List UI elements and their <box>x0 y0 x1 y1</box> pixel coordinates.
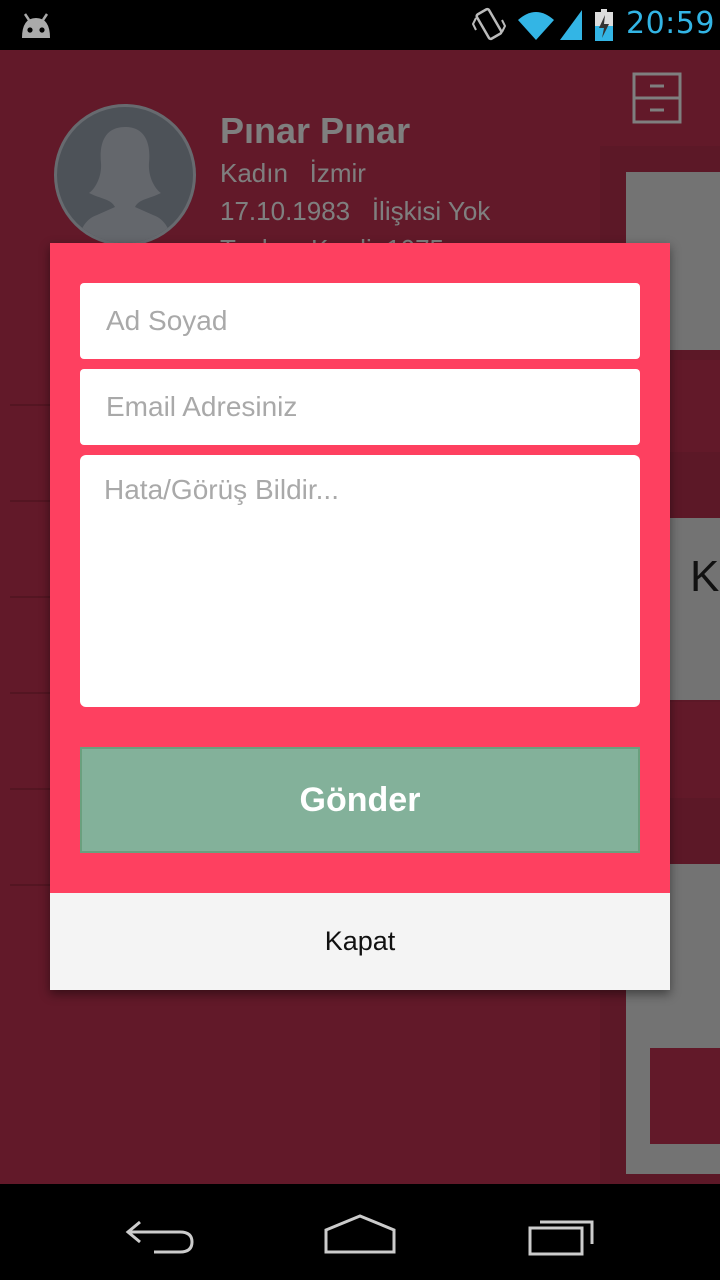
clock: 20:59 <box>626 6 715 41</box>
home-icon[interactable] <box>322 1212 398 1256</box>
name-input[interactable]: Ad Soyad <box>80 283 640 359</box>
back-icon[interactable] <box>124 1214 196 1254</box>
send-button[interactable]: Gönder <box>80 747 640 853</box>
signal-icon <box>560 10 582 40</box>
navigation-bar <box>0 1184 720 1280</box>
email-input[interactable]: Email Adresiniz <box>80 369 640 445</box>
recent-apps-icon[interactable] <box>526 1210 598 1258</box>
android-icon <box>22 13 50 38</box>
feedback-dialog: Ad Soyad Email Adresiniz Hata/Görüş Bild… <box>50 243 670 990</box>
vibrate-icon <box>472 7 506 41</box>
close-button[interactable]: Kapat <box>50 893 670 990</box>
message-textarea[interactable]: Hata/Görüş Bildir... <box>80 455 640 707</box>
status-bar: 20:59 <box>0 0 720 50</box>
feedback-form: Ad Soyad Email Adresiniz Hata/Görüş Bild… <box>50 243 670 893</box>
wifi-icon <box>518 12 554 40</box>
battery-charging-icon <box>595 9 613 41</box>
